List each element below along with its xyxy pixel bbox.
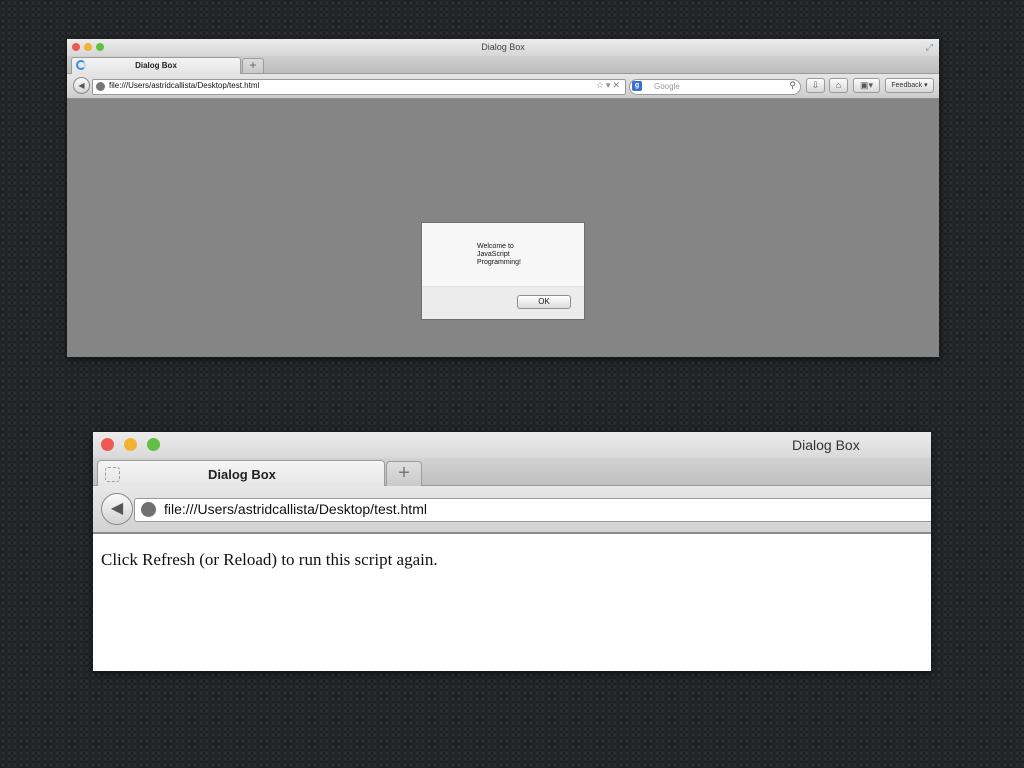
alert-message: Welcome to JavaScript Programming! xyxy=(477,243,521,266)
alert-dialog: Welcome to JavaScript Programming! OK xyxy=(421,222,585,320)
search-bar[interactable]: g Google ⚲ xyxy=(629,79,801,95)
window-title: Dialog Box xyxy=(481,42,525,52)
tab-dialog-box[interactable]: Dialog Box xyxy=(97,460,385,487)
back-arrow-icon: ◀ xyxy=(78,81,85,90)
zoom-window-button[interactable] xyxy=(147,438,160,451)
page-text: Click Refresh (or Reload) to run this sc… xyxy=(101,550,438,569)
url-actions: ☆▾✕ xyxy=(596,80,622,91)
back-button[interactable]: ◀ xyxy=(101,493,133,525)
ok-button[interactable]: OK xyxy=(517,295,571,309)
search-placeholder: Google xyxy=(654,82,680,91)
browser-window-top: Dialog Box ⤢ Dialog Box + ◀ file:///User… xyxy=(67,39,939,357)
address-text: file:///Users/astridcallista/Desktop/tes… xyxy=(109,81,260,90)
home-button[interactable]: ⌂ xyxy=(829,78,848,93)
tab-bar: Dialog Box + xyxy=(67,56,939,74)
navigation-bar: ◀ file:///Users/astridcallista/Desktop/t… xyxy=(67,74,939,99)
blank-page-icon xyxy=(105,467,120,482)
new-tab-button[interactable]: + xyxy=(242,58,264,73)
alert-footer: OK xyxy=(422,286,584,319)
fullscreen-icon[interactable]: ⤢ xyxy=(926,42,933,53)
feedback-label: Feedback xyxy=(891,82,923,89)
back-button[interactable]: ◀ xyxy=(73,77,90,94)
globe-icon xyxy=(141,502,156,517)
window-title: Dialog Box xyxy=(792,437,860,453)
page-content: Welcome to JavaScript Programming! OK xyxy=(67,99,939,357)
title-bar: Dialog Box xyxy=(93,432,931,458)
navigation-bar: ◀ file:///Users/astridcallista/Desktop/t… xyxy=(93,486,931,534)
close-window-button[interactable] xyxy=(101,438,114,451)
tab-dialog-box[interactable]: Dialog Box xyxy=(71,57,241,74)
feedback-button[interactable]: Feedback ▾ xyxy=(885,78,934,93)
back-arrow-icon: ◀ xyxy=(110,500,124,517)
globe-icon xyxy=(96,82,105,91)
title-bar: Dialog Box ⤢ xyxy=(67,39,939,56)
bookmark-star-icon[interactable]: ☆ xyxy=(596,80,606,90)
tab-label: Dialog Box xyxy=(208,467,276,482)
download-icon: ⇩ xyxy=(811,80,820,90)
new-tab-button[interactable]: + xyxy=(386,461,422,486)
addon-button[interactable]: ▣▾ xyxy=(853,78,880,93)
minimize-window-button[interactable] xyxy=(124,438,137,451)
browser-window-bottom: Dialog Box Dialog Box + ◀ file:///Users/… xyxy=(93,432,931,671)
addon-icon: ▣▾ xyxy=(859,80,874,90)
page-content: Click Refresh (or Reload) to run this sc… xyxy=(93,534,931,671)
search-icon[interactable]: ⚲ xyxy=(789,80,796,91)
search-engine-icon[interactable]: g xyxy=(632,81,642,91)
stop-icon[interactable]: ✕ xyxy=(612,80,622,90)
tab-bar: Dialog Box + xyxy=(93,458,931,487)
address-bar[interactable]: file:///Users/astridcallista/Desktop/tes… xyxy=(92,79,626,95)
tab-label: Dialog Box xyxy=(135,61,177,70)
home-icon: ⌂ xyxy=(835,80,842,90)
download-button[interactable]: ⇩ xyxy=(806,78,825,93)
address-text: file:///Users/astridcallista/Desktop/tes… xyxy=(164,501,427,517)
address-bar[interactable]: file:///Users/astridcallista/Desktop/tes… xyxy=(134,498,931,522)
